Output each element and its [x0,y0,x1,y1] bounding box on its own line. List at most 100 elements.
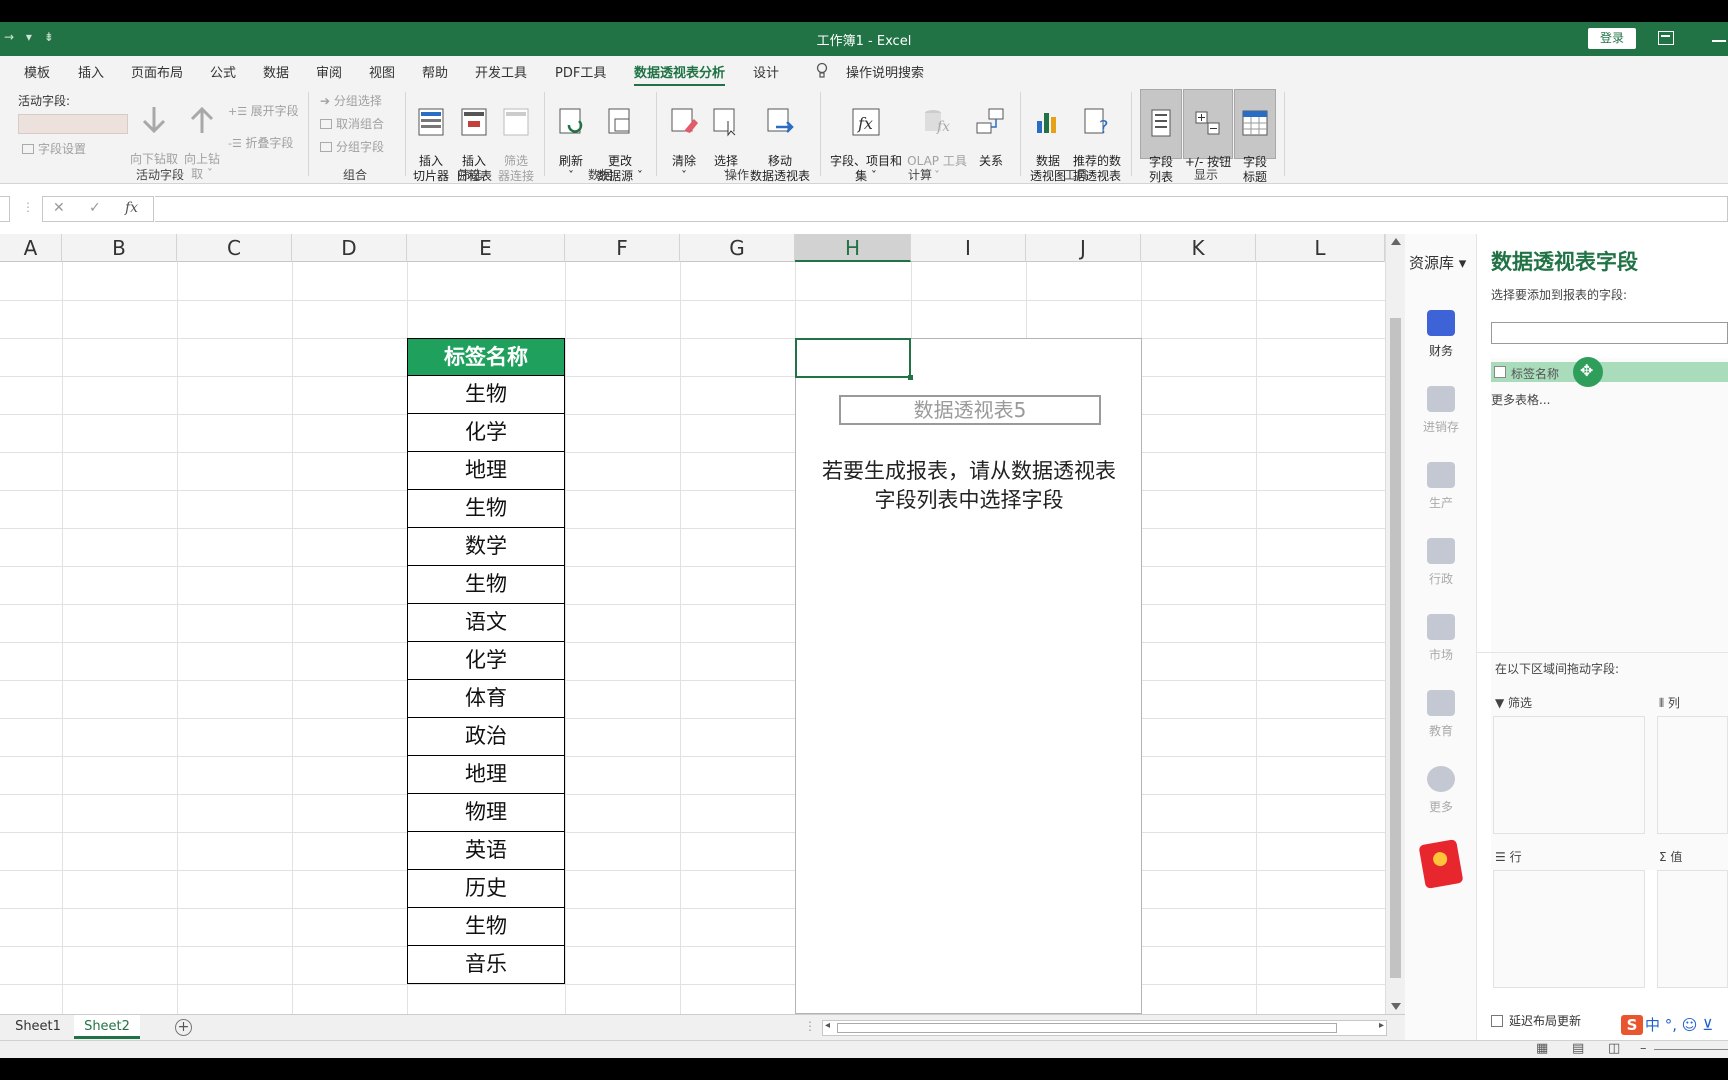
resource-item[interactable]: 教育 [1405,690,1477,739]
ribbon-display-options-icon[interactable] [1658,31,1674,45]
tab-view[interactable]: 视图 [369,62,395,81]
tab-formulas[interactable]: 公式 [210,62,236,81]
page-break-view-icon[interactable]: ◫ [1608,1041,1620,1056]
insert-function-icon[interactable]: fx [125,200,138,216]
column-header-j[interactable]: J [1026,234,1141,262]
column-header-f[interactable]: F [565,234,680,262]
table-cell[interactable]: 音乐 [407,946,565,984]
table-cell[interactable]: 语文 [407,604,565,642]
column-header-a[interactable]: A [0,234,62,262]
table-cell[interactable]: 生物 [407,566,565,604]
resource-item[interactable]: 生产 [1405,462,1477,511]
vertical-scroll-thumb[interactable] [1390,318,1401,978]
zoom-slider[interactable] [1654,1049,1728,1050]
column-header-k[interactable]: K [1141,234,1256,262]
tab-insert[interactable]: 插入 [78,62,104,81]
table-cell[interactable]: 物理 [407,794,565,832]
table-cell[interactable]: 数学 [407,528,565,566]
login-button[interactable]: 登录 [1588,28,1636,49]
table-cell[interactable]: 体育 [407,680,565,718]
tab-pivottable-analyze[interactable]: 数据透视表分析 [634,62,726,87]
field-checkbox[interactable] [1494,366,1506,378]
column-header-b[interactable]: B [62,234,177,262]
sheet-tab-sheet1[interactable]: Sheet1 [6,1015,70,1039]
horizontal-scrollbar[interactable]: ◂ ▸ [822,1020,1387,1036]
name-box[interactable] [0,196,10,222]
table-header-cell[interactable]: 标签名称 [407,338,565,376]
tab-help[interactable]: 帮助 [422,62,448,81]
column-header-h[interactable]: H [795,234,911,262]
more-tables-link[interactable]: 更多表格... [1491,391,1550,408]
tab-split-grip[interactable]: ⋮ [804,1019,816,1033]
table-cell[interactable]: 历史 [407,870,565,908]
group-selection-button[interactable]: ➔ 分组选择 [320,92,382,109]
resource-item[interactable]: 财务 [1405,310,1477,359]
resource-item[interactable]: 进销存 [1405,386,1477,435]
resource-item[interactable]: 更多 [1405,766,1477,815]
tab-review[interactable]: 审阅 [316,62,342,81]
table-cell[interactable]: 化学 [407,642,565,680]
enter-icon[interactable]: ✓ [89,200,101,216]
formula-input[interactable] [155,196,1728,222]
cancel-icon[interactable]: ✕ [53,200,65,216]
column-header-e[interactable]: E [407,234,565,262]
red-packet-icon[interactable] [1418,839,1464,889]
tab-pdf-tools[interactable]: PDF工具 [555,62,606,81]
collapse-field-button[interactable]: -☰ 折叠字段 [228,134,293,151]
columns-drop-area[interactable] [1657,716,1728,834]
sogou-ime-icon[interactable]: S [1621,1015,1643,1035]
tab-design[interactable]: 设计 [753,62,779,81]
column-header-l[interactable]: L [1256,234,1385,262]
values-drop-area[interactable] [1657,870,1728,988]
field-settings-button[interactable]: 字段设置 [22,140,86,157]
table-cell[interactable]: 地理 [407,452,565,490]
minimize-icon[interactable] [1712,40,1726,42]
field-search-input[interactable] [1491,322,1728,344]
drill-down-button[interactable]: 向下钻取 [130,90,178,167]
column-header-d[interactable]: D [292,234,407,262]
ime-toolbar[interactable]: S中 °, ☺ ⊻ [1621,1014,1713,1035]
vertical-scrollbar[interactable] [1385,234,1405,1014]
relationships-button[interactable]: 关系 [970,92,1012,169]
resource-item[interactable]: 市场 [1405,614,1477,663]
scroll-down-icon[interactable] [1391,1003,1401,1010]
plus-minus-buttons-toggle[interactable]: +/- 按钮 [1183,89,1233,169]
tab-developer[interactable]: 开发工具 [475,62,527,81]
table-cell[interactable]: 生物 [407,490,565,528]
selected-cell-h3[interactable] [795,338,913,380]
defer-layout-update[interactable]: 延迟布局更新 [1491,1012,1581,1029]
column-header-g[interactable]: G [680,234,795,262]
scroll-up-icon[interactable] [1391,238,1401,245]
field-row-tag-name[interactable]: 标签名称 [1491,357,1728,387]
normal-view-icon[interactable]: ▦ [1536,1041,1548,1056]
ungroup-button[interactable]: 取消组合 [320,115,384,132]
tell-me-search[interactable]: 操作说明搜索 [846,62,924,81]
defer-update-checkbox[interactable] [1491,1015,1503,1027]
table-cell[interactable]: 政治 [407,718,565,756]
worksheet-grid[interactable]: ABCDEFGHIJKL 标签名称 生物 化学 地理 生物 数学 生物 语文 化学 体育 政治 地理物… [0,234,1385,1014]
resource-library-title[interactable]: 资源库 ▾ [1409,252,1466,273]
resource-item[interactable]: 行政 [1405,538,1477,587]
sheet-tab-sheet2[interactable]: Sheet2 [74,1015,140,1039]
zoom-out-icon[interactable]: – [1640,1041,1647,1056]
table-cell[interactable]: 地理 [407,756,565,794]
table-cell[interactable]: 生物 [407,376,565,414]
group-field-button[interactable]: 分组字段 [320,138,384,155]
active-field-input[interactable] [18,114,128,134]
tab-data[interactable]: 数据 [263,62,289,81]
table-cell[interactable]: 生物 [407,908,565,946]
field-headers-toggle[interactable]: 字段 标题 [1234,89,1276,184]
add-sheet-icon[interactable]: + [175,1019,192,1036]
table-cell[interactable]: 英语 [407,832,565,870]
page-layout-view-icon[interactable]: ▤ [1572,1041,1584,1056]
column-header-i[interactable]: I [911,234,1026,262]
scroll-right-icon[interactable]: ▸ [1379,1020,1384,1031]
pivottable-placeholder[interactable]: 数据透视表5 若要生成报表，请从数据透视表 字段列表中选择字段 [795,338,1142,1014]
table-cell[interactable]: 化学 [407,414,565,452]
scroll-left-icon[interactable]: ◂ [825,1020,830,1031]
expand-field-button[interactable]: +☰ 展开字段 [228,102,299,119]
tab-template[interactable]: 模板 [24,62,50,81]
horizontal-scroll-thumb[interactable] [837,1023,1337,1033]
rows-drop-area[interactable] [1493,870,1645,988]
column-header-c[interactable]: C [177,234,292,262]
